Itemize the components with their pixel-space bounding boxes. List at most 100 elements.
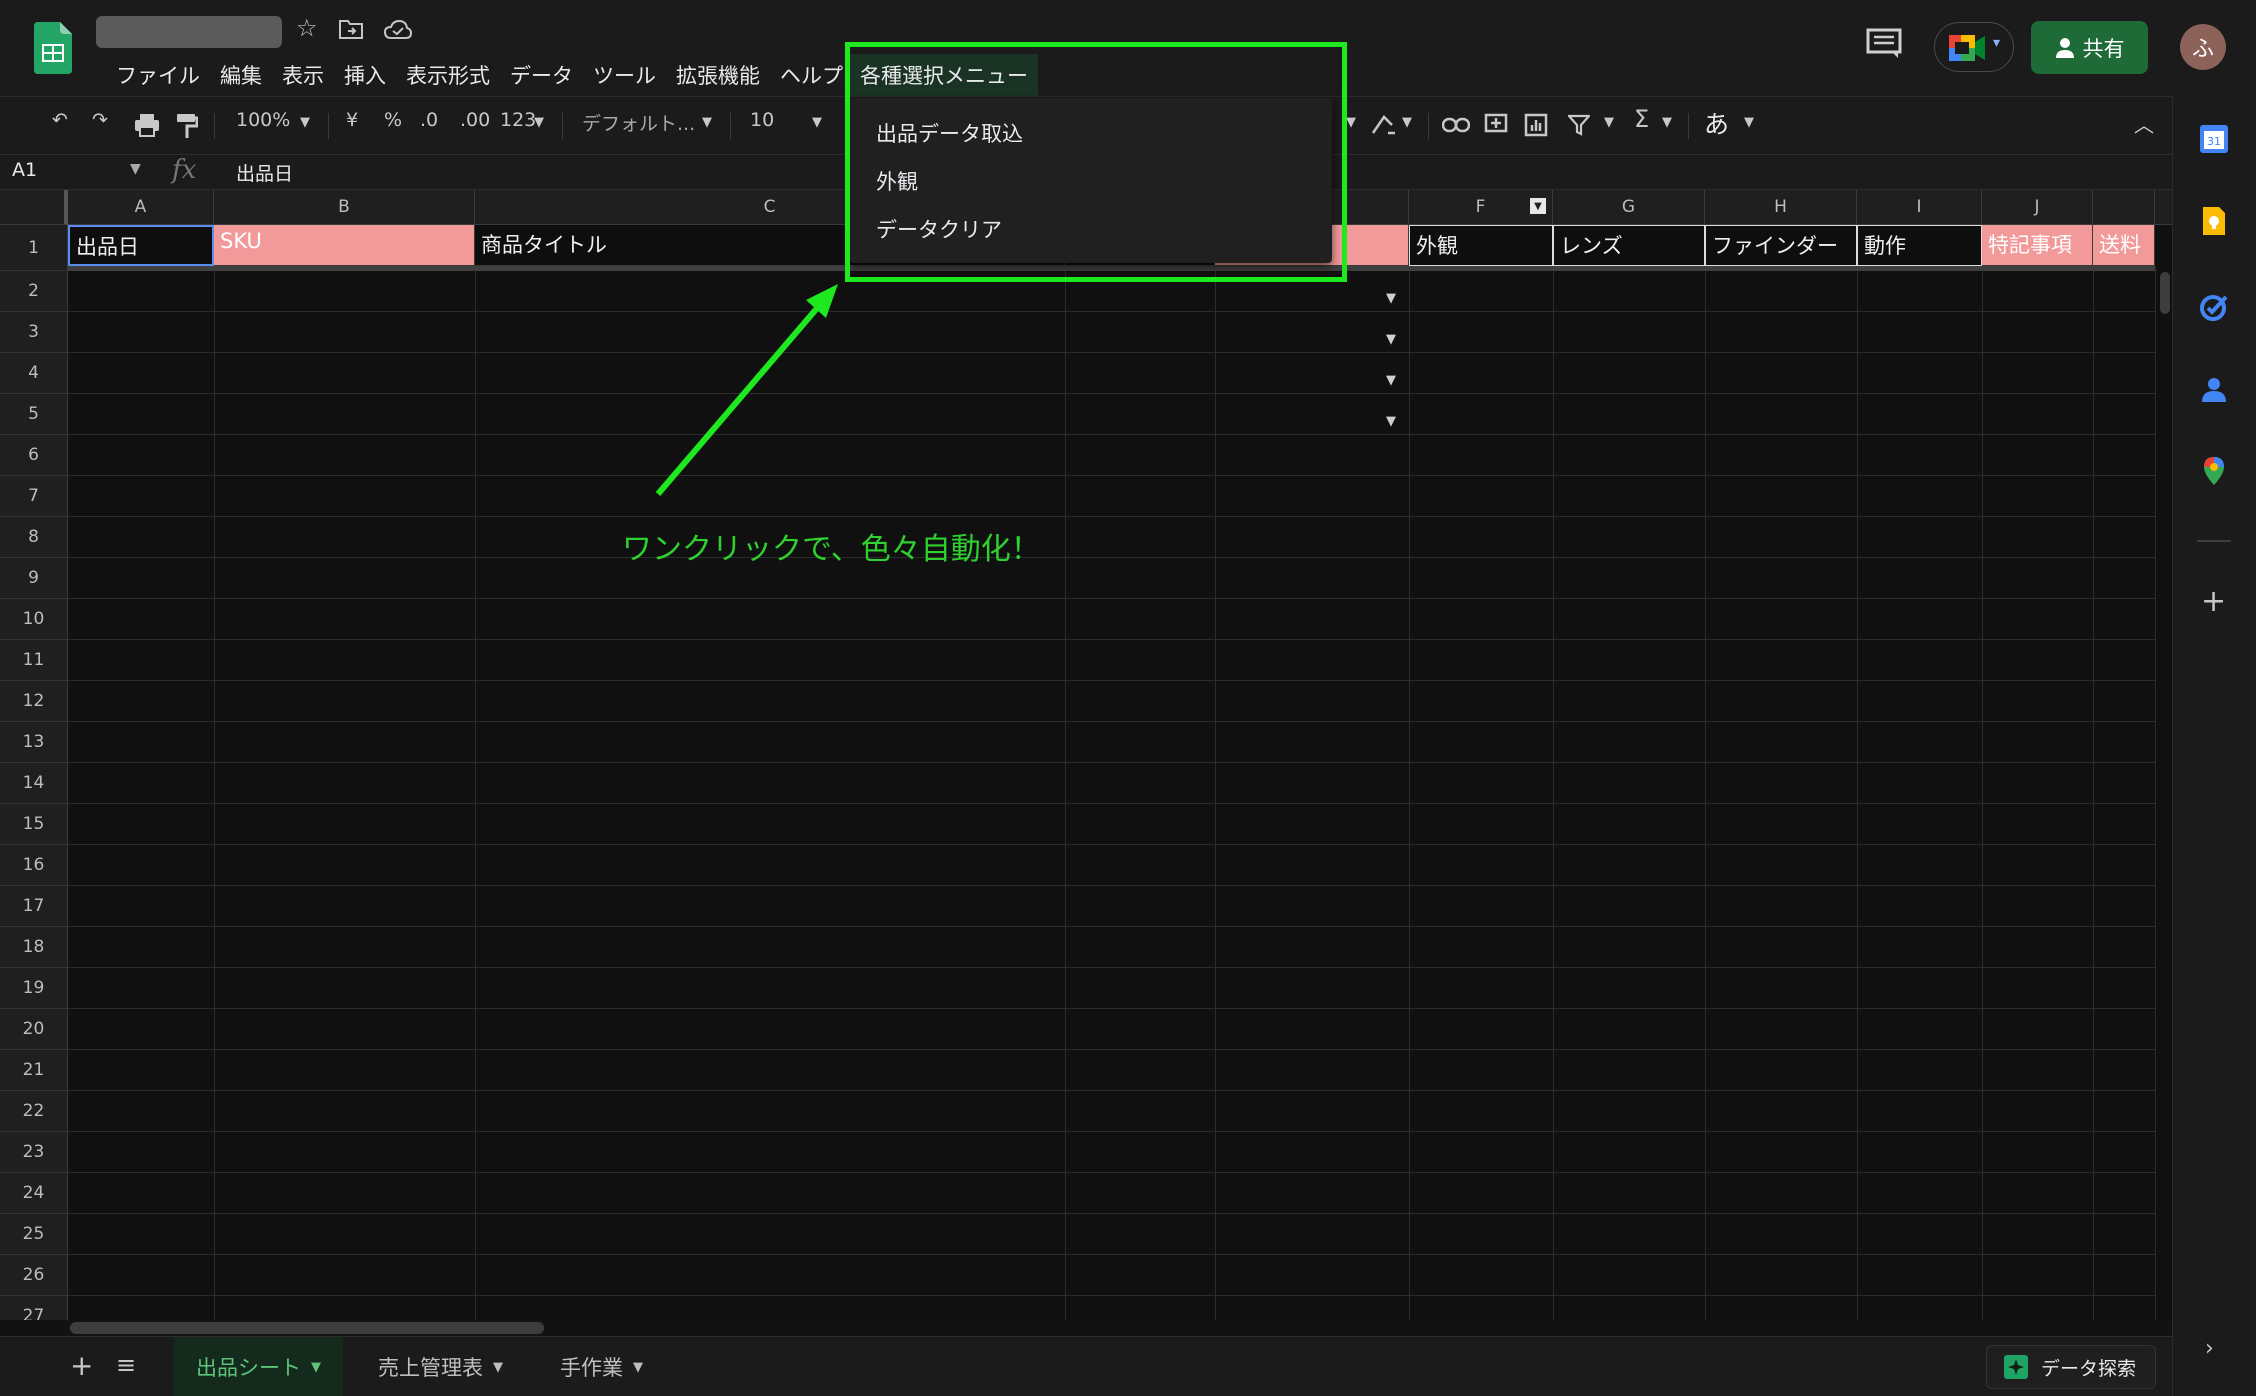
column-header-i[interactable]: I xyxy=(1857,190,1982,225)
increase-decimal-button[interactable]: .00 xyxy=(460,109,490,131)
chevron-down-icon[interactable]: ▼ xyxy=(1402,115,1412,130)
row-header[interactable]: 12 xyxy=(0,681,68,722)
all-sheets-icon[interactable]: ≡ xyxy=(116,1351,136,1379)
column-header-f[interactable]: F ▼ xyxy=(1409,190,1553,225)
cell-dropdown-icon[interactable]: ▼ xyxy=(1386,373,1396,388)
menu-insert[interactable]: 挿入 xyxy=(334,56,396,92)
comment-history-icon[interactable] xyxy=(1866,28,1902,60)
sheets-logo-icon[interactable] xyxy=(34,22,72,74)
row-header[interactable]: 9 xyxy=(0,558,68,599)
more-formats-button[interactable]: 123 xyxy=(500,109,536,131)
menu-view[interactable]: 表示 xyxy=(272,56,334,92)
row-header[interactable]: 2 xyxy=(0,271,68,312)
row-header[interactable]: 5 xyxy=(0,394,68,435)
contacts-icon[interactable] xyxy=(2199,374,2229,404)
cell-j1[interactable]: 特記事項 xyxy=(1982,225,2093,266)
menu-extensions[interactable]: 拡張機能 xyxy=(666,56,770,92)
percent-button[interactable]: % xyxy=(384,109,402,131)
avatar[interactable]: ふ xyxy=(2180,24,2226,70)
chevron-down-icon[interactable]: ▼ xyxy=(702,115,712,130)
vertical-scrollbar[interactable] xyxy=(2160,272,2170,314)
undo-icon[interactable]: ↶ xyxy=(52,109,68,131)
row-header[interactable]: 8 xyxy=(0,517,68,558)
menu-file[interactable]: ファイル xyxy=(106,56,210,92)
chevron-down-icon[interactable]: ▼ xyxy=(1744,115,1754,130)
sheet-tab-listing[interactable]: 出品シート ▼ xyxy=(174,1337,343,1396)
chevron-down-icon[interactable]: ▼ xyxy=(130,161,141,177)
font-select[interactable]: デフォルト... xyxy=(582,109,695,136)
cell-f1[interactable]: 外観 xyxy=(1409,225,1553,266)
meet-button[interactable]: ▾ xyxy=(1934,22,2014,72)
select-all-corner[interactable] xyxy=(0,190,68,225)
column-header-b[interactable]: B xyxy=(214,190,475,225)
menu-edit[interactable]: 編集 xyxy=(210,56,272,92)
menu-help[interactable]: ヘルプ xyxy=(770,56,853,92)
chevron-down-icon[interactable]: ▼ xyxy=(311,1360,321,1375)
sheet-tab-manual[interactable]: 手作業 ▼ xyxy=(538,1337,665,1396)
cell-k1[interactable]: 送料 xyxy=(2093,225,2155,266)
spreadsheet-grid[interactable]: A B C F ▼ G H I J 出品日 SKU 商品タイトル 外観 レンズ … xyxy=(0,190,2172,1320)
row-header[interactable]: 13 xyxy=(0,722,68,763)
column-header-g[interactable]: G xyxy=(1553,190,1705,225)
collapse-toolbar-icon[interactable]: ︿ xyxy=(2134,109,2154,138)
redo-icon[interactable]: ↷ xyxy=(92,109,108,131)
currency-button[interactable]: ¥ xyxy=(346,109,358,131)
row-header[interactable]: 15 xyxy=(0,804,68,845)
insert-link-icon[interactable] xyxy=(1442,117,1470,133)
input-tools-button[interactable]: あ xyxy=(1704,105,1729,141)
row-header[interactable]: 23 xyxy=(0,1132,68,1173)
cell-dropdown-icon[interactable]: ▼ xyxy=(1386,332,1396,347)
print-icon[interactable] xyxy=(134,113,160,137)
explore-button[interactable]: データ探索 xyxy=(1986,1345,2156,1389)
filter-icon[interactable] xyxy=(1568,114,1590,136)
cell-i1[interactable]: 動作 xyxy=(1857,225,1982,266)
row-header[interactable]: 3 xyxy=(0,312,68,353)
row-header[interactable]: 18 xyxy=(0,927,68,968)
chevron-down-icon[interactable]: ▼ xyxy=(493,1360,503,1375)
row-header[interactable]: 27 xyxy=(0,1296,68,1320)
cell-a1[interactable]: 出品日 xyxy=(68,225,214,266)
row-header[interactable]: 25 xyxy=(0,1214,68,1255)
insert-comment-icon[interactable] xyxy=(1484,113,1508,137)
formula-input[interactable]: 出品日 xyxy=(236,159,293,186)
expand-panel-icon[interactable]: › xyxy=(2205,1336,2214,1361)
row-header[interactable]: 24 xyxy=(0,1173,68,1214)
font-size-select[interactable]: 10 xyxy=(750,109,774,131)
horizontal-scrollbar[interactable] xyxy=(70,1322,544,1334)
row-header[interactable]: 19 xyxy=(0,968,68,1009)
add-sheet-icon[interactable]: + xyxy=(70,1349,93,1382)
row-header[interactable]: 7 xyxy=(0,476,68,517)
move-folder-icon[interactable] xyxy=(338,18,364,40)
chevron-down-icon[interactable]: ▼ xyxy=(1604,115,1614,130)
row-header[interactable]: 14 xyxy=(0,763,68,804)
chevron-down-icon[interactable]: ▼ xyxy=(300,115,310,130)
filter-dropdown-icon[interactable]: ▼ xyxy=(1530,198,1546,214)
menu-data[interactable]: データ xyxy=(500,56,583,92)
menu-tools[interactable]: ツール xyxy=(583,56,666,92)
menu-format[interactable]: 表示形式 xyxy=(396,56,500,92)
chevron-down-icon[interactable]: ▼ xyxy=(633,1360,643,1375)
row-header[interactable]: 21 xyxy=(0,1050,68,1091)
cell-g1[interactable]: レンズ xyxy=(1553,225,1705,266)
cell-dropdown-icon[interactable]: ▼ xyxy=(1386,291,1396,306)
chevron-down-icon[interactable]: ▼ xyxy=(534,115,544,130)
star-icon[interactable]: ☆ xyxy=(296,14,318,42)
text-rotation-icon[interactable] xyxy=(1370,113,1398,137)
row-header[interactable]: 4 xyxy=(0,353,68,394)
column-header-a[interactable]: A xyxy=(68,190,214,225)
cell-h1[interactable]: ファインダー xyxy=(1705,225,1857,266)
row-header[interactable]: 1 xyxy=(0,225,68,271)
column-header-k[interactable] xyxy=(2093,190,2155,225)
add-addon-icon[interactable]: + xyxy=(2201,584,2226,619)
chevron-down-icon[interactable]: ▼ xyxy=(812,115,822,130)
zoom-select[interactable]: 100% xyxy=(236,109,290,131)
chevron-down-icon[interactable]: ▼ xyxy=(1662,115,1672,130)
row-header[interactable]: 11 xyxy=(0,640,68,681)
decrease-decimal-button[interactable]: .0 xyxy=(420,109,438,131)
cell-dropdown-icon[interactable]: ▼ xyxy=(1386,414,1396,429)
tasks-icon[interactable] xyxy=(2199,292,2229,322)
row-header[interactable]: 22 xyxy=(0,1091,68,1132)
row-header[interactable]: 10 xyxy=(0,599,68,640)
cell-b1[interactable]: SKU xyxy=(214,225,475,266)
row-header[interactable]: 26 xyxy=(0,1255,68,1296)
